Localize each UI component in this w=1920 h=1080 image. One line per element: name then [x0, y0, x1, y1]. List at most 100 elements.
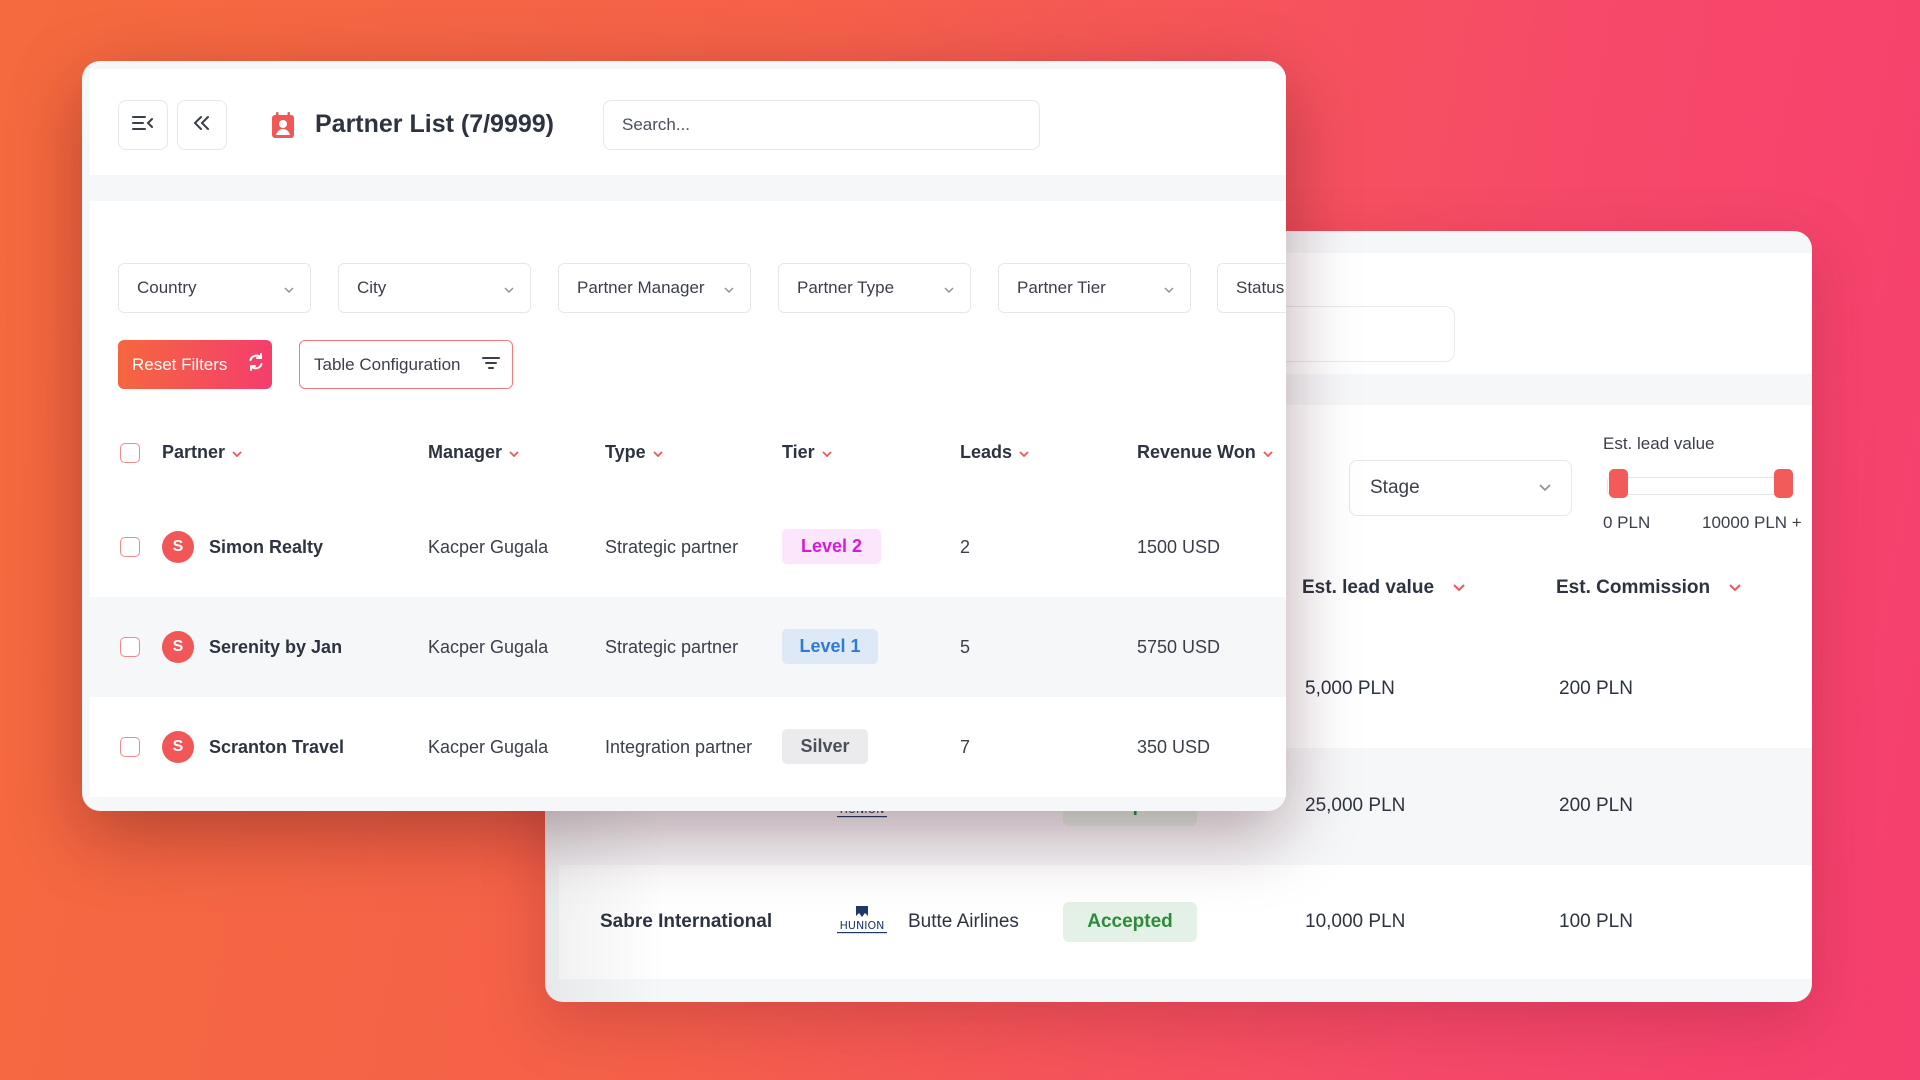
lead-value-slider-min-label: 0 PLN — [1603, 513, 1651, 532]
leads-cell: 2 — [960, 537, 971, 557]
table-configuration-button[interactable]: Table Configuration — [299, 340, 513, 389]
column-header-label: Revenue Won — [1137, 442, 1256, 462]
status-badge: Accepted — [1063, 902, 1197, 942]
filter-status[interactable]: Status — [1217, 263, 1286, 313]
filter-label: Partner Tier — [1017, 278, 1106, 297]
filter-country[interactable]: Country — [118, 263, 311, 313]
tier-badge: Level 1 — [782, 629, 878, 664]
lead-value-slider-label: Est. lead value — [1603, 434, 1715, 453]
lead-value-slider-min-handle[interactable] — [1609, 469, 1628, 498]
sort-chevron-icon — [821, 442, 833, 463]
stage-select-label: Stage — [1370, 477, 1420, 498]
filter-label: Partner Manager — [577, 278, 705, 297]
column-header-est-lead-value[interactable]: Est. lead value — [1302, 577, 1466, 599]
sort-chevron-icon — [1262, 442, 1274, 463]
lead-value-slider-max-handle[interactable] — [1774, 469, 1793, 498]
tier-badge: Silver — [782, 729, 868, 764]
table-row[interactable]: S Simon Realty Kacper Gugala Strategic p… — [90, 497, 1286, 597]
column-header-label: Est. lead value — [1302, 577, 1435, 598]
manager-cell: Kacper Gugala — [428, 537, 549, 557]
filter-label: City — [357, 278, 387, 297]
manager-cell: Kacper Gugala — [428, 637, 549, 657]
stage-select[interactable]: Stage — [1349, 460, 1572, 516]
page-title: Partner List (7/9999) — [315, 110, 554, 138]
filter-partner-type[interactable]: Partner Type — [778, 263, 971, 313]
company-cell: Butte Airlines — [908, 911, 1019, 932]
manager-cell: Kacper Gugala — [428, 737, 549, 757]
column-header-partner[interactable]: Partner — [162, 442, 243, 463]
column-header-label: Tier — [782, 442, 815, 462]
avatar: S — [162, 531, 194, 563]
avatar: S — [162, 631, 194, 663]
chevron-down-icon — [722, 282, 736, 302]
type-cell: Strategic partner — [605, 637, 739, 657]
leads-cell: 5 — [960, 637, 971, 657]
revenue-cell: 5750 USD — [1137, 637, 1221, 657]
column-header-tier[interactable]: Tier — [782, 442, 833, 463]
sort-chevron-icon — [652, 442, 664, 463]
column-header-type[interactable]: Type — [605, 442, 664, 463]
table-row[interactable]: Sabre International HUNION Butte Airline… — [559, 865, 1812, 979]
est-commission-cell: 200 PLN — [1559, 678, 1633, 699]
menu-collapse-icon — [132, 115, 154, 136]
contact-card-icon — [270, 111, 296, 144]
column-header-est-commission[interactable]: Est. Commission — [1556, 577, 1742, 599]
row-checkbox[interactable] — [120, 637, 140, 657]
table-row[interactable]: S Serenity by Jan Kacper Gugala Strategi… — [90, 597, 1286, 697]
row-checkbox[interactable] — [120, 537, 140, 557]
avatar: S — [162, 731, 194, 763]
type-cell: Strategic partner — [605, 537, 739, 557]
svg-text:HUNION: HUNION — [840, 919, 885, 932]
filter-label: Partner Type — [797, 278, 895, 297]
revenue-cell: 1500 USD — [1137, 537, 1221, 557]
partner-name-cell[interactable]: Simon Realty — [209, 537, 323, 558]
table-configuration-label: Table Configuration — [314, 354, 461, 374]
column-header-revenue-won[interactable]: Revenue Won — [1137, 442, 1274, 463]
chevron-down-icon — [1162, 282, 1176, 302]
select-all-checkbox[interactable] — [120, 443, 140, 463]
reset-filters-label: Reset Filters — [132, 354, 228, 374]
tier-badge: Level 2 — [782, 529, 881, 564]
est-lead-value-cell: 10,000 PLN — [1305, 911, 1406, 932]
sort-chevron-icon — [1728, 577, 1742, 599]
partner-list-window: Partner List (7/9999) Country City Partn… — [82, 61, 1286, 811]
table-row[interactable]: S Scranton Travel Kacper Gugala Integrat… — [90, 697, 1286, 797]
search-input[interactable] — [603, 100, 1040, 150]
sort-chevron-icon — [231, 442, 243, 463]
lead-value-slider-max-label: 10000 PLN + — [1702, 513, 1802, 532]
filter-partner-manager[interactable]: Partner Manager — [558, 263, 751, 313]
column-header-label: Type — [605, 442, 646, 462]
leads-cell: 7 — [960, 737, 971, 757]
deal-name-cell: Sabre International — [600, 911, 773, 932]
row-checkbox[interactable] — [120, 737, 140, 757]
est-commission-cell: 200 PLN — [1559, 795, 1633, 816]
filter-lines-icon — [482, 355, 501, 375]
partner-name-cell[interactable]: Serenity by Jan — [209, 637, 342, 658]
partner-name-cell[interactable]: Scranton Travel — [209, 737, 344, 758]
column-header-leads[interactable]: Leads — [960, 442, 1030, 463]
filter-label: Country — [137, 278, 197, 297]
column-header-label: Leads — [960, 442, 1013, 462]
sort-chevron-icon — [1018, 442, 1030, 463]
chevron-down-icon — [942, 282, 956, 302]
sort-chevron-icon — [508, 442, 520, 463]
est-lead-value-cell: 5,000 PLN — [1305, 678, 1395, 699]
est-lead-value-cell: 25,000 PLN — [1305, 795, 1406, 816]
chevron-down-icon — [282, 282, 296, 302]
filter-partner-tier[interactable]: Partner Tier — [998, 263, 1191, 313]
back-button[interactable] — [177, 100, 227, 150]
hunion-logo: HUNION — [837, 906, 887, 934]
double-chevron-left-icon — [193, 115, 211, 136]
chevron-down-icon — [502, 282, 516, 302]
column-header-label: Partner — [162, 442, 226, 462]
sort-chevron-icon — [1452, 577, 1466, 599]
reset-filters-button[interactable]: Reset Filters — [118, 340, 272, 389]
refresh-icon — [247, 352, 265, 377]
filter-city[interactable]: City — [338, 263, 531, 313]
revenue-cell: 350 USD — [1137, 737, 1211, 757]
toggle-sidebar-button[interactable] — [118, 100, 168, 150]
column-header-label: Manager — [428, 442, 503, 462]
filter-label: Status — [1236, 278, 1285, 297]
lead-value-slider-track[interactable] — [1607, 477, 1791, 495]
column-header-manager[interactable]: Manager — [428, 442, 520, 463]
